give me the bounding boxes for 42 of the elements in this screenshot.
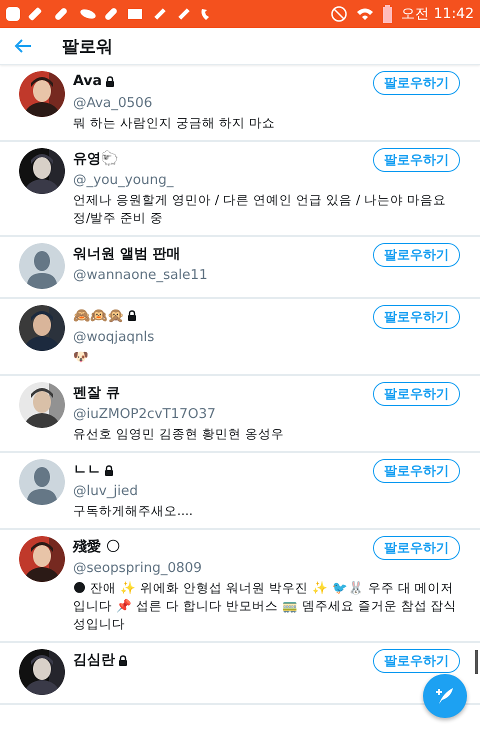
user-name[interactable]: ㄴㄴ [73,461,101,479]
follow-button[interactable]: 팔로우하기 [373,382,460,406]
follow-button[interactable]: 팔로우하기 [373,649,460,673]
user-handle: @iuZMOP2cvT17O37 [73,406,217,422]
mute-icon [331,6,348,22]
user-name[interactable]: Ava [73,73,102,89]
lock-icon [118,654,128,666]
page-title: 팔로워 [62,36,113,58]
lock-icon [127,310,137,321]
user-handle: @woqjaqnls [73,329,156,345]
user-name[interactable]: 殘愛 🌕 [73,538,120,556]
user-handle: @seopspring_0809 [73,560,203,576]
clock-time: 오전 11:42 [401,5,474,23]
default-avatar-icon [19,459,65,505]
lock-icon [104,464,114,476]
follow-button[interactable]: 팔로우하기 [373,536,460,560]
user-handle: @Ava_0506 [73,95,154,111]
user-name[interactable]: 워너원 앨범 판매 [73,245,181,263]
user-bio: 🐶 [73,348,90,366]
lock-icon [104,76,115,86]
user-name[interactable]: 펜잘 큐 [73,384,120,402]
user-bio: 언제나 응원할게 영민아 / 다른 연예인 언급 있음 / 나는야 마음요정/발주 준비 중 [73,191,448,227]
follow-button[interactable]: 팔로우하기 [373,243,460,267]
default-avatar-icon [19,243,65,289]
user-name[interactable]: 🙈🙉🙊 [73,307,124,324]
user-bio: 구독하게해주새오.... [73,502,194,520]
follow-button[interactable]: 팔로우하기 [373,148,460,172]
follow-button[interactable]: 팔로우하기 [373,459,460,483]
user-handle: @luv_jied [73,483,139,499]
wifi-icon [356,7,374,21]
follow-button[interactable]: 팔로우하기 [373,305,460,329]
user-handle: @wannaone_sale11 [73,267,209,283]
battery-icon [383,5,392,23]
follow-button[interactable]: 팔로우하기 [373,71,460,95]
user-name[interactable]: 김심란 [73,651,115,669]
scrollbar [475,650,478,674]
user-bio: 🌑 잔애 ✨ 위에화 안형섭 워너원 박우진 ✨ 🐦🐰 우주 대 메이저입니다 📌 섭른 다 합니다 반모버스 🚃 뎀주세요 즐거운 참섭 잡식성입니다 [73,579,458,633]
user-bio: 유선호 임영민 김종현 황민현 옹성우 [73,425,285,443]
user-handle: @_you_young_ [73,172,175,188]
user-bio: 뭐 하는 사람인지 궁금해 하지 마쇼 [73,114,276,132]
compose-button[interactable] [423,674,467,718]
user-name[interactable]: 유영🐑 [73,150,118,168]
